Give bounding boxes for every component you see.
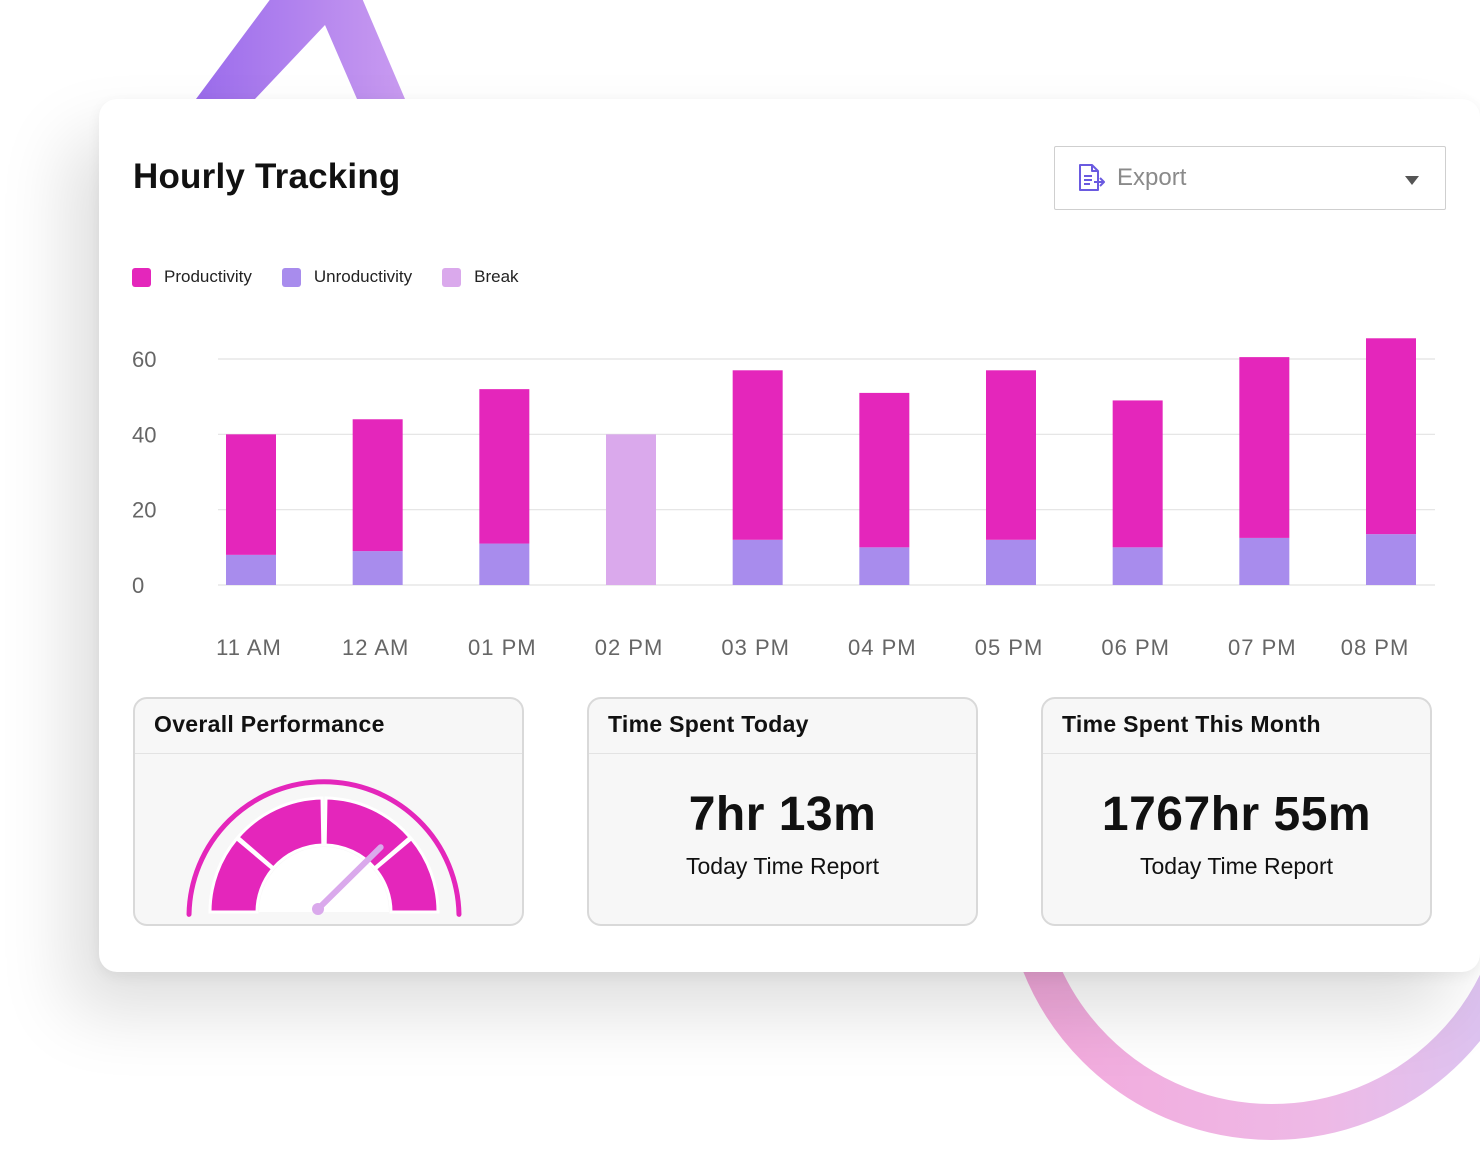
bar-productivity bbox=[226, 434, 276, 555]
x-tick-label: 07 PM bbox=[1228, 635, 1297, 660]
time-spent-today-subtitle: Today Time Report bbox=[685, 853, 880, 879]
x-tick-label: 12 AM bbox=[342, 635, 409, 660]
bar-productivity bbox=[352, 419, 403, 552]
overall-performance-title: Overall Performance bbox=[135, 699, 522, 754]
time-spent-month-title: Time Spent This Month bbox=[1043, 699, 1430, 754]
bar-unroductivity bbox=[1239, 537, 1290, 585]
time-spent-month-subtitle: Today Time Report bbox=[1139, 853, 1334, 879]
y-tick-label: 20 bbox=[132, 498, 156, 523]
bar-productivity bbox=[1366, 338, 1416, 535]
bar-productivity bbox=[479, 389, 530, 544]
overall-performance-tile: Overall Performance bbox=[133, 697, 524, 926]
bar-productivity bbox=[732, 370, 783, 540]
bar-productivity bbox=[986, 370, 1036, 540]
x-tick-label: 01 PM bbox=[468, 635, 537, 660]
y-tick-label: 0 bbox=[132, 573, 144, 598]
hourly-tracking-card: Hourly Tracking Export Productivity Unro… bbox=[99, 99, 1480, 972]
x-tick-label: 06 PM bbox=[1101, 635, 1170, 660]
x-tick-label: 08 PM bbox=[1341, 635, 1410, 660]
bar-productivity bbox=[859, 392, 910, 548]
bar-unroductivity bbox=[859, 547, 910, 585]
gauge-needle-hub bbox=[312, 903, 324, 915]
bar-unroductivity bbox=[1112, 547, 1163, 585]
bar-unroductivity bbox=[352, 551, 403, 585]
bar-break bbox=[606, 434, 656, 585]
y-tick-label: 60 bbox=[132, 347, 156, 372]
x-tick-label: 02 PM bbox=[595, 635, 664, 660]
time-spent-today-tile: Time Spent Today 7hr 13m Today Time Repo… bbox=[587, 697, 978, 926]
time-spent-today-value: 7hr 13m bbox=[688, 788, 877, 841]
bar-productivity bbox=[1112, 400, 1163, 548]
bar-unroductivity bbox=[479, 543, 530, 585]
decorative-triangle bbox=[196, 0, 405, 99]
time-spent-month-value: 1767hr 55m bbox=[1101, 788, 1372, 841]
x-tick-label: 11 AM bbox=[216, 635, 282, 660]
bar-unroductivity bbox=[986, 539, 1036, 585]
bar-unroductivity bbox=[732, 539, 783, 585]
x-tick-label: 04 PM bbox=[848, 635, 917, 660]
y-tick-label: 40 bbox=[132, 422, 156, 447]
bar-productivity bbox=[1239, 357, 1290, 538]
time-spent-today-title: Time Spent Today bbox=[589, 699, 976, 754]
bar-unroductivity bbox=[1366, 534, 1416, 585]
bar-unroductivity bbox=[226, 554, 276, 585]
x-tick-label: 05 PM bbox=[975, 635, 1044, 660]
hourly-bar-chart: 0 20 40 60 11 AM 12 AM 01 PM 02 PM 03 PM 04 PM 05 … bbox=[132, 338, 1435, 660]
x-tick-label: 03 PM bbox=[721, 635, 790, 660]
gauge-icon bbox=[186, 779, 462, 917]
time-spent-month-tile: Time Spent This Month 1767hr 55m Today T… bbox=[1041, 697, 1432, 926]
